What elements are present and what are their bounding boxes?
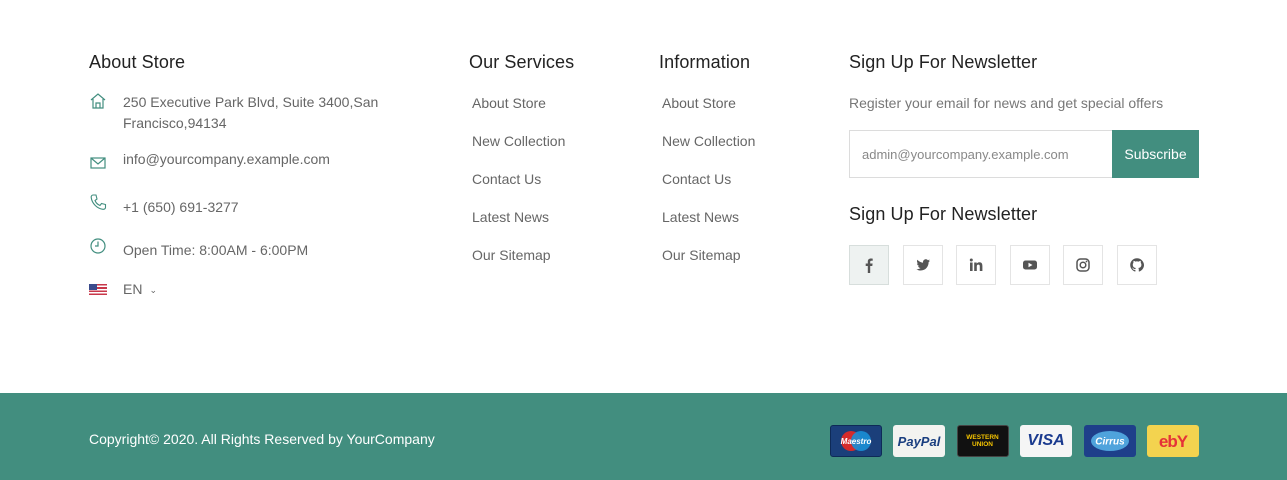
cirrus-text: Cirrus bbox=[1095, 437, 1125, 448]
western-union-text: WESTERN UNION bbox=[966, 434, 999, 448]
chevron-down-icon: ⌄ bbox=[149, 284, 157, 295]
linkedin-icon bbox=[969, 258, 983, 271]
facebook-icon bbox=[865, 258, 873, 273]
list-item: Contact Us bbox=[659, 170, 829, 208]
hours-text: Open Time: 8:00AM - 6:00PM bbox=[123, 242, 309, 258]
information-column: Information About Store New Collection C… bbox=[659, 50, 829, 284]
maestro-text: Maestro bbox=[840, 437, 871, 446]
instagram-icon bbox=[1076, 258, 1090, 272]
services-link-our-sitemap[interactable]: Our Sitemap bbox=[469, 246, 551, 264]
list-item: Latest News bbox=[659, 208, 829, 246]
payment-methods: Maestro PayPal WESTERN UNION VISA Cirrus… bbox=[818, 425, 1199, 457]
phone-link[interactable]: +1 (650) 691-3277 bbox=[123, 197, 239, 218]
newsletter-description: Register your email for news and get spe… bbox=[849, 95, 1164, 111]
newsletter-email-input[interactable] bbox=[849, 130, 1112, 178]
subscribe-form: Subscribe bbox=[849, 130, 1199, 178]
list-item: About Store bbox=[469, 94, 639, 132]
paypal-text: PayPal bbox=[897, 433, 941, 449]
our-services-column: Our Services About Store New Collection … bbox=[469, 50, 639, 284]
our-services-title: Our Services bbox=[469, 52, 575, 72]
github-button[interactable] bbox=[1116, 245, 1157, 285]
western-union-card-icon: WESTERN UNION bbox=[956, 425, 1009, 457]
services-link-contact-us[interactable]: Contact Us bbox=[469, 170, 541, 188]
copyright-text: Copyright© 2020. All Rights Reserved by … bbox=[89, 431, 435, 447]
instagram-button[interactable] bbox=[1063, 245, 1103, 285]
maestro-logo: Maestro bbox=[840, 431, 871, 451]
footer-bottom-bar: Copyright© 2020. All Rights Reserved by … bbox=[0, 393, 1287, 480]
visa-card-icon: VISA bbox=[1020, 425, 1072, 457]
ebay-text: ebY bbox=[1159, 432, 1189, 451]
visa-text: VISA bbox=[1027, 432, 1065, 449]
social-links bbox=[849, 245, 1199, 285]
social-title: Sign Up For Newsletter bbox=[849, 204, 1038, 224]
paypal-card-icon: PayPal bbox=[893, 425, 945, 457]
hours-item: Open Time: 8:00AM - 6:00PM bbox=[89, 238, 409, 261]
services-link-latest-news[interactable]: Latest News bbox=[469, 208, 549, 226]
footer-top: About Store 250 Executive Park Blvd, Sui… bbox=[0, 0, 1287, 393]
cirrus-logo: Cirrus bbox=[1090, 431, 1129, 451]
newsletter-title: Sign Up For Newsletter bbox=[849, 52, 1038, 72]
twitter-button[interactable] bbox=[902, 245, 943, 285]
info-link-new-collection[interactable]: New Collection bbox=[659, 132, 755, 150]
address-item: 250 Executive Park Blvd, Suite 3400,San … bbox=[89, 92, 409, 134]
info-link-contact-us[interactable]: Contact Us bbox=[659, 170, 731, 188]
ebay-card-icon: ebY bbox=[1147, 425, 1199, 457]
newsletter-column: Sign Up For Newsletter Register your ema… bbox=[849, 50, 1199, 285]
youtube-button[interactable] bbox=[1009, 245, 1050, 285]
list-item: New Collection bbox=[469, 132, 639, 170]
facebook-button[interactable] bbox=[849, 245, 889, 285]
services-link-new-collection[interactable]: New Collection bbox=[469, 132, 565, 150]
services-link-about-store[interactable]: About Store bbox=[469, 94, 546, 112]
list-item: About Store bbox=[659, 94, 829, 132]
about-store-column: About Store 250 Executive Park Blvd, Sui… bbox=[89, 50, 419, 297]
phone-icon bbox=[90, 194, 107, 210]
home-icon bbox=[90, 93, 106, 109]
information-links: About Store New Collection Contact Us La… bbox=[659, 94, 829, 284]
cirrus-card-icon: Cirrus bbox=[1083, 425, 1136, 457]
us-flag-icon bbox=[89, 283, 107, 295]
list-item: Contact Us bbox=[469, 170, 639, 208]
clock-icon bbox=[90, 238, 106, 254]
info-link-latest-news[interactable]: Latest News bbox=[659, 208, 739, 226]
subscribe-button[interactable]: Subscribe bbox=[1112, 130, 1199, 178]
about-store-title: About Store bbox=[89, 52, 186, 72]
information-title: Information bbox=[659, 52, 751, 72]
info-link-our-sitemap[interactable]: Our Sitemap bbox=[659, 246, 741, 264]
address-text: 250 Executive Park Blvd, Suite 3400,San … bbox=[123, 94, 379, 131]
list-item: Our Sitemap bbox=[469, 246, 639, 284]
envelope-icon bbox=[90, 157, 106, 169]
phone-item: +1 (650) 691-3277 bbox=[89, 194, 409, 218]
ebay-logo: ebY bbox=[1159, 432, 1190, 451]
github-icon bbox=[1129, 258, 1144, 272]
linkedin-button[interactable] bbox=[956, 245, 996, 285]
email-link[interactable]: info@yourcompany.example.com bbox=[123, 149, 330, 172]
language-code: EN bbox=[123, 281, 143, 297]
services-links: About Store New Collection Contact Us La… bbox=[469, 94, 639, 284]
email-item: info@yourcompany.example.com bbox=[89, 149, 409, 172]
maestro-card-icon: Maestro bbox=[829, 425, 882, 457]
list-item: Latest News bbox=[469, 208, 639, 246]
youtube-icon bbox=[1022, 260, 1037, 270]
info-link-about-store[interactable]: About Store bbox=[659, 94, 736, 112]
list-item: Our Sitemap bbox=[659, 246, 829, 284]
language-selector[interactable]: EN ⌄ bbox=[89, 281, 409, 297]
twitter-icon bbox=[915, 259, 930, 271]
list-item: New Collection bbox=[659, 132, 829, 170]
